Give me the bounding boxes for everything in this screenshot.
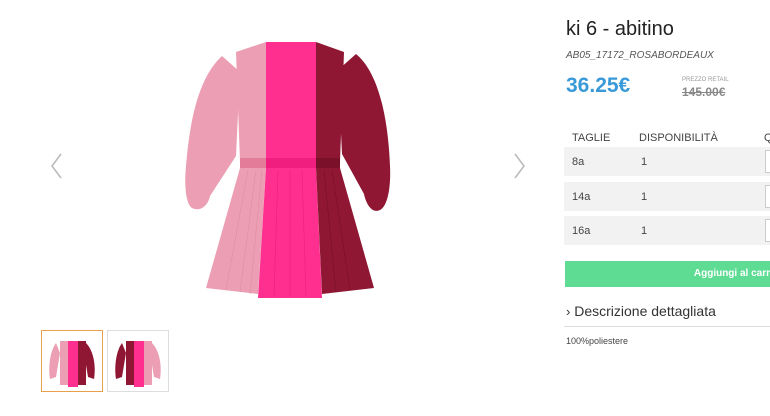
- chevron-right-icon: [514, 153, 525, 179]
- next-image-button[interactable]: [506, 148, 534, 184]
- thumbnail-front[interactable]: [41, 330, 103, 392]
- sizes-table: TAGLIE DISPONIBILITÀ Q 8a 1 14a 1 16a 1: [564, 126, 770, 246]
- product-sku: AB05_17172_ROSABORDEAUX: [566, 50, 714, 61]
- column-header-availability: DISPONIBILITÀ: [639, 132, 718, 144]
- description-toggle[interactable]: › Descrizione dettagliata: [566, 303, 716, 319]
- retail-price-label: PREZZO RETAIL: [682, 77, 729, 83]
- table-row: 16a 1: [564, 216, 770, 245]
- availability-cell: 1: [641, 156, 648, 168]
- availability-cell: 1: [641, 191, 648, 203]
- quantity-input[interactable]: [765, 185, 770, 208]
- product-main-image: [178, 36, 400, 298]
- size-cell: 14a: [572, 191, 591, 203]
- column-header-size: TAGLIE: [572, 132, 611, 144]
- column-header-quantity: Q: [764, 132, 770, 144]
- chevron-left-icon: [51, 153, 62, 179]
- add-to-cart-button[interactable]: Aggiungi al carr: [565, 261, 770, 287]
- size-cell: 16a: [572, 225, 591, 237]
- prev-image-button[interactable]: [44, 148, 72, 184]
- divider: [564, 326, 770, 327]
- material-text: 100%poliestere: [566, 336, 629, 346]
- size-cell: 8a: [572, 156, 585, 168]
- availability-cell: 1: [641, 225, 648, 237]
- table-row: 8a 1: [564, 147, 770, 176]
- product-title: ki 6 - abitino: [566, 18, 674, 40]
- description-toggle-label: Descrizione dettagliata: [574, 303, 716, 319]
- product-price: 36.25€: [566, 74, 631, 97]
- retail-price: 145.00€: [682, 85, 726, 99]
- chevron-right-icon: ›: [566, 304, 571, 319]
- thumbnail-back[interactable]: [107, 330, 169, 392]
- quantity-input[interactable]: [765, 219, 770, 242]
- quantity-input[interactable]: [765, 150, 770, 173]
- add-to-cart-label: Aggiungi al carr: [693, 268, 770, 279]
- table-row: 14a 1: [564, 182, 770, 211]
